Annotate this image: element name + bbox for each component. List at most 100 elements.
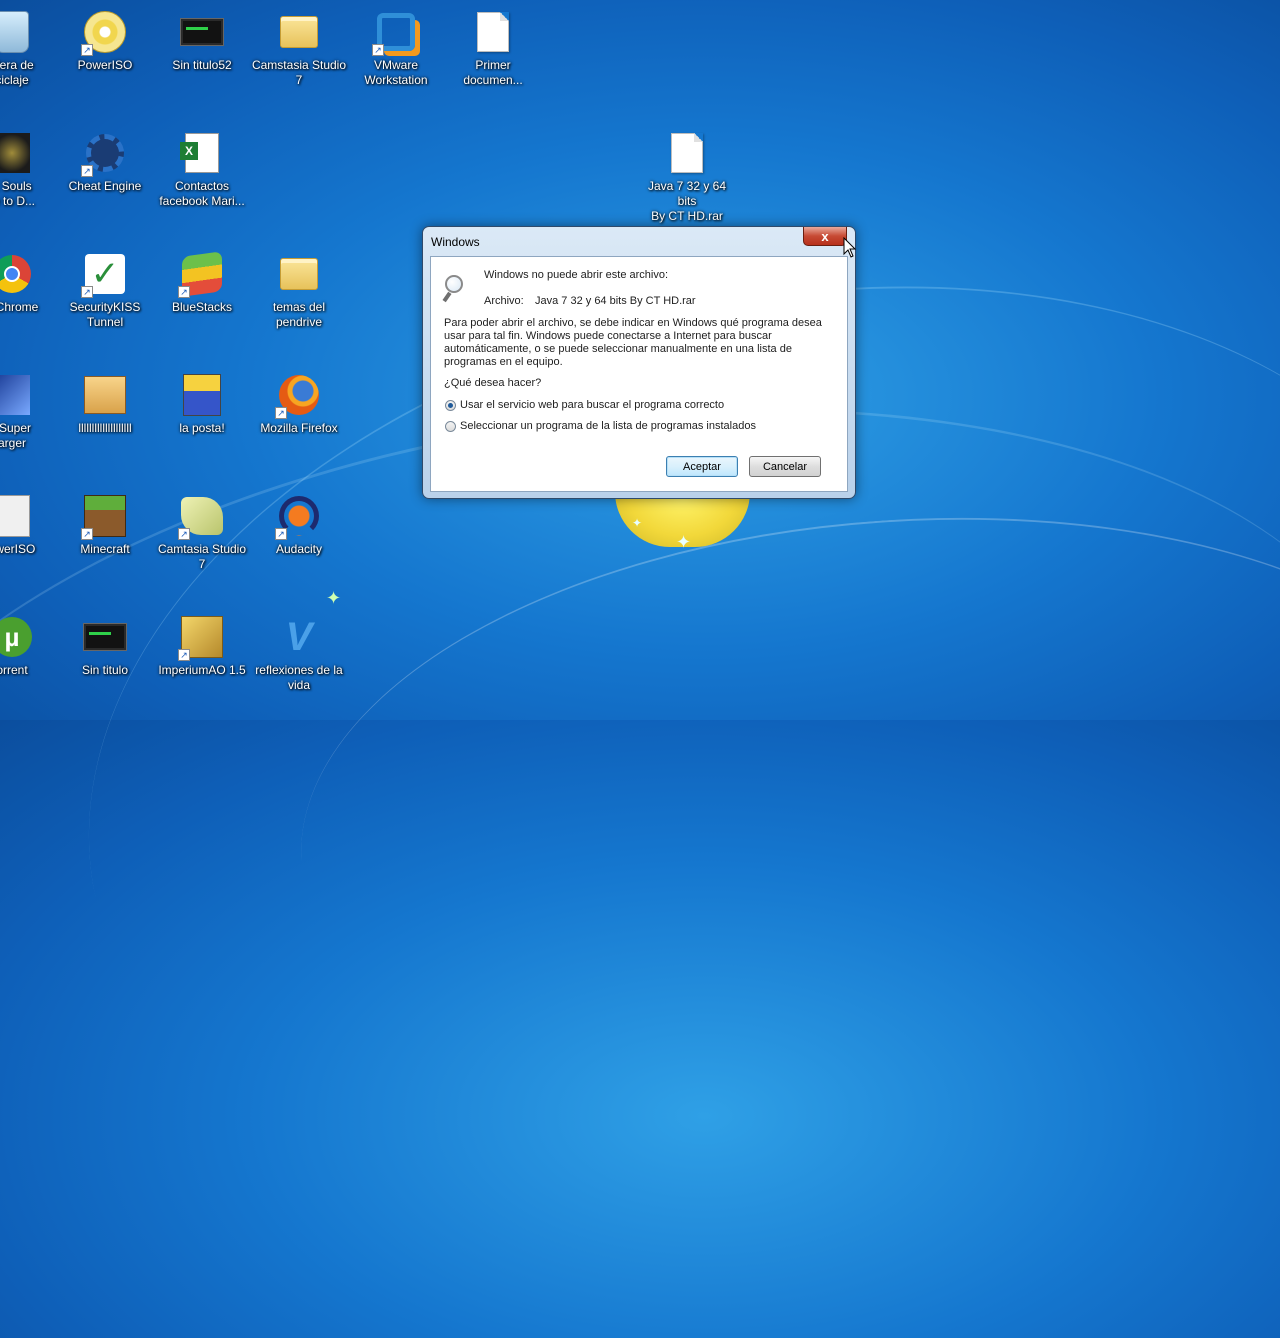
desktop-icon-label: la posta! [179,421,225,435]
wallpaper-swoosh [280,478,1280,1164]
simpsons-icon [183,374,221,416]
desktop-icon-label: Camstasia Studio 7 [251,58,347,87]
desktop-icon-label: ImperiumAO 1.5 [158,663,246,677]
document-icon [477,12,509,52]
radio-web-service[interactable] [445,400,456,411]
desktop-icon-label: Sin titulo52 [172,58,232,72]
chrome-icon [0,255,31,293]
desktop-icon-label: Mozilla Firefox [260,421,338,435]
sparkle-icon: ✦ [326,588,342,608]
desktop-icon-label: l Super arger [0,421,32,450]
folder-icon [280,16,318,48]
desktop-icon-label: Minecraft [80,542,130,556]
desktop-icon-contactos[interactable]: Contactos facebook Mari... [154,131,250,209]
dialog-heading: Windows no puede abrir este archivo: [484,269,669,281]
game-icon [84,376,126,414]
desktop-icon-poweriso-doc[interactable]: owerISO [0,494,60,557]
desktop-icon-firefox[interactable]: ↗ Mozilla Firefox [251,373,347,436]
desktop-icon-utorrent[interactable]: µ orrent [0,615,60,678]
desktop-icon-audacity[interactable]: ↗ Audacity [251,494,347,557]
document-icon [671,133,703,173]
desktop-icon-label: Primer documen... [463,58,523,87]
desktop-icon-label: owerISO [0,542,36,556]
desktop-icon-label: llllllllllllllllllll [78,421,132,435]
dialog-question: ¿Qué desea hacer? [444,377,542,389]
sparkle-icon: ✦ [632,516,643,530]
shortcut-arrow-icon: ↗ [178,528,190,540]
shortcut-arrow-icon: ↗ [178,649,190,661]
desktop-icon-bluestacks[interactable]: ↗ BlueStacks [154,251,250,315]
file-label: Archivo: [484,295,524,307]
shortcut-arrow-icon: ↗ [275,528,287,540]
desktop-icon-label: Contactos facebook Mari... [159,179,245,208]
mouse-pointer-icon [843,237,857,258]
desktop-icon-imperiumao[interactable]: ↗ ImperiumAO 1.5 [154,615,250,678]
desktop-icon-camstasia-folder[interactable]: Camstasia Studio 7 [251,10,347,88]
desktop-icon-primer-documento[interactable]: Primer documen... [445,10,541,88]
radio-installed-programs-label[interactable]: Seleccionar un programa de la lista de p… [460,420,756,433]
desktop-icon-label: reflexiones de la vida [255,663,343,692]
desktop-icon-temas-pendrive[interactable]: temas del pendrive [251,252,347,330]
desktop-icon-label: SecurityKISS Tunnel [69,300,141,329]
open-with-dialog: Windows x Windows no puede abrir este ar… [422,226,856,499]
dialog-title: Windows [431,235,480,249]
shortcut-arrow-icon: ↗ [178,286,190,298]
sparkle-icon: ✦ [676,532,692,552]
accept-button[interactable]: Aceptar [666,456,738,477]
desktop-icon-label: orrent [0,663,28,677]
document-icon [0,495,30,537]
radio-web-service-label[interactable]: Usar el servicio web para buscar el prog… [460,399,724,412]
desktop-icon-game[interactable]: llllllllllllllllllll [57,373,153,436]
desktop-icon-label: BlueStacks [171,300,233,314]
close-button[interactable]: x [803,227,847,246]
desktop-icon-label: Audacity [275,542,323,556]
desktop-icon-label: elera de ciclaje [0,58,34,87]
v-icon: V [285,615,313,659]
desktop-icon-label: Java 7 32 y 64 bits By CT HD.rar [647,179,727,223]
shortcut-arrow-icon: ↗ [81,528,93,540]
cancel-button[interactable]: Cancelar [749,456,821,477]
shortcut-arrow-icon: ↗ [81,286,93,298]
desktop-icon-label: temas del pendrive [272,300,326,329]
desktop-icon-label: k Souls re to D... [1,179,35,208]
desktop-icon-label: Sin titulo [81,663,129,677]
desktop-icon-cheat-engine[interactable]: ↗ Cheat Engine [57,131,153,194]
shortcut-arrow-icon: ↗ [81,165,93,177]
desktop-icon-recycle-bin[interactable]: elera de ciclaje [0,10,60,88]
dialog-description: Para poder abrir el archivo, se debe ind… [444,317,822,368]
desktop-icon-securitykiss[interactable]: ✓ ↗ SecurityKISS Tunnel [57,252,153,330]
desktop-icon-java-rar[interactable]: Java 7 32 y 64 bits By CT HD.rar [639,131,735,224]
desktop-icon-poweriso[interactable]: ↗ PowerISO [57,10,153,73]
desktop-icon-sin-titulo[interactable]: Sin titulo [57,615,153,678]
radio-installed-programs[interactable] [445,421,456,432]
video-icon [180,18,224,46]
magnifier-icon [442,271,469,303]
dialog-titlebar[interactable]: Windows x [423,227,855,255]
close-icon: x [821,229,829,244]
blue-app-icon [0,375,30,415]
desktop-icon-label: Camtasia Studio 7 [157,542,247,571]
game-icon [0,133,30,173]
recycle-bin-icon [0,11,29,53]
desktop-icon-camtasia[interactable]: ↗ Camtasia Studio 7 [154,494,250,572]
video-icon [83,623,127,651]
desktop-icon-chrome[interactable]: e Chrome [0,252,60,315]
desktop-icon-vmware[interactable]: ↗ VMware Workstation [348,10,444,88]
desktop-icon-super-charger[interactable]: l Super arger [0,373,60,451]
shortcut-arrow-icon: ↗ [372,44,384,56]
desktop-icon-reflexiones[interactable]: V reflexiones de la vida [251,615,347,693]
desktop-icon-label: VMware Workstation [364,58,428,87]
shortcut-arrow-icon: ↗ [275,407,287,419]
desktop-icon-label: e Chrome [0,300,39,314]
desktop-icon-dark-souls[interactable]: ↗ k Souls re to D... [0,131,60,209]
folder-icon [280,258,318,290]
shortcut-arrow-icon: ↗ [81,44,93,56]
dialog-content: Windows no puede abrir este archivo: Arc… [430,256,848,492]
desktop-icon-la-posta[interactable]: la posta! [154,373,250,436]
desktop-icon-minecraft[interactable]: ↗ Minecraft [57,494,153,557]
desktop-icon-sin-titulo52[interactable]: Sin titulo52 [154,10,250,73]
utorrent-icon: µ [0,617,32,657]
excel-icon [180,133,219,173]
desktop-icon-label: PowerISO [77,58,133,72]
file-name: Java 7 32 y 64 bits By CT HD.rar [535,295,696,307]
